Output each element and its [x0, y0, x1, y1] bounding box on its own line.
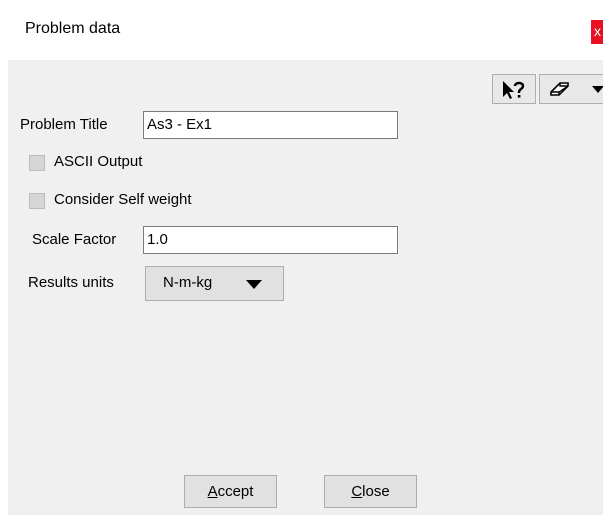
- close-window-button[interactable]: x: [591, 20, 603, 44]
- context-help-button[interactable]: [492, 74, 536, 104]
- context-help-icon: [503, 81, 525, 99]
- ascii-output-checkbox[interactable]: [29, 155, 45, 171]
- self-weight-checkbox[interactable]: [29, 193, 45, 209]
- scale-factor-label: Scale Factor: [32, 231, 117, 248]
- eraser-menu-button[interactable]: [539, 74, 603, 104]
- close-button[interactable]: Close: [324, 475, 417, 508]
- results-units-select[interactable]: N-m-kg: [145, 266, 284, 301]
- eraser-icon: [550, 82, 569, 96]
- dialog-title: Problem data: [25, 20, 121, 37]
- close-icon: x: [594, 23, 601, 39]
- accept-button[interactable]: Accept: [184, 475, 277, 508]
- results-units-label: Results units: [28, 274, 114, 291]
- results-units-value: N-m-kg: [163, 274, 213, 291]
- problem-title-input[interactable]: As3 - Ex1: [143, 111, 398, 139]
- chevron-down-icon: [592, 86, 603, 93]
- problem-title-label: Problem Title: [20, 116, 108, 133]
- title-bar: Problem data x: [8, 0, 603, 60]
- accept-button-label: Accept: [207, 483, 254, 500]
- dropdown-arrow-icon: [246, 280, 262, 289]
- ascii-output-label: ASCII Output: [54, 153, 143, 170]
- scale-factor-input[interactable]: 1.0: [143, 226, 398, 254]
- self-weight-label: Consider Self weight: [54, 191, 192, 208]
- problem-data-dialog: Problem data x Problem Title As3 - Ex1 A…: [8, 0, 603, 515]
- close-button-label: Close: [351, 483, 390, 500]
